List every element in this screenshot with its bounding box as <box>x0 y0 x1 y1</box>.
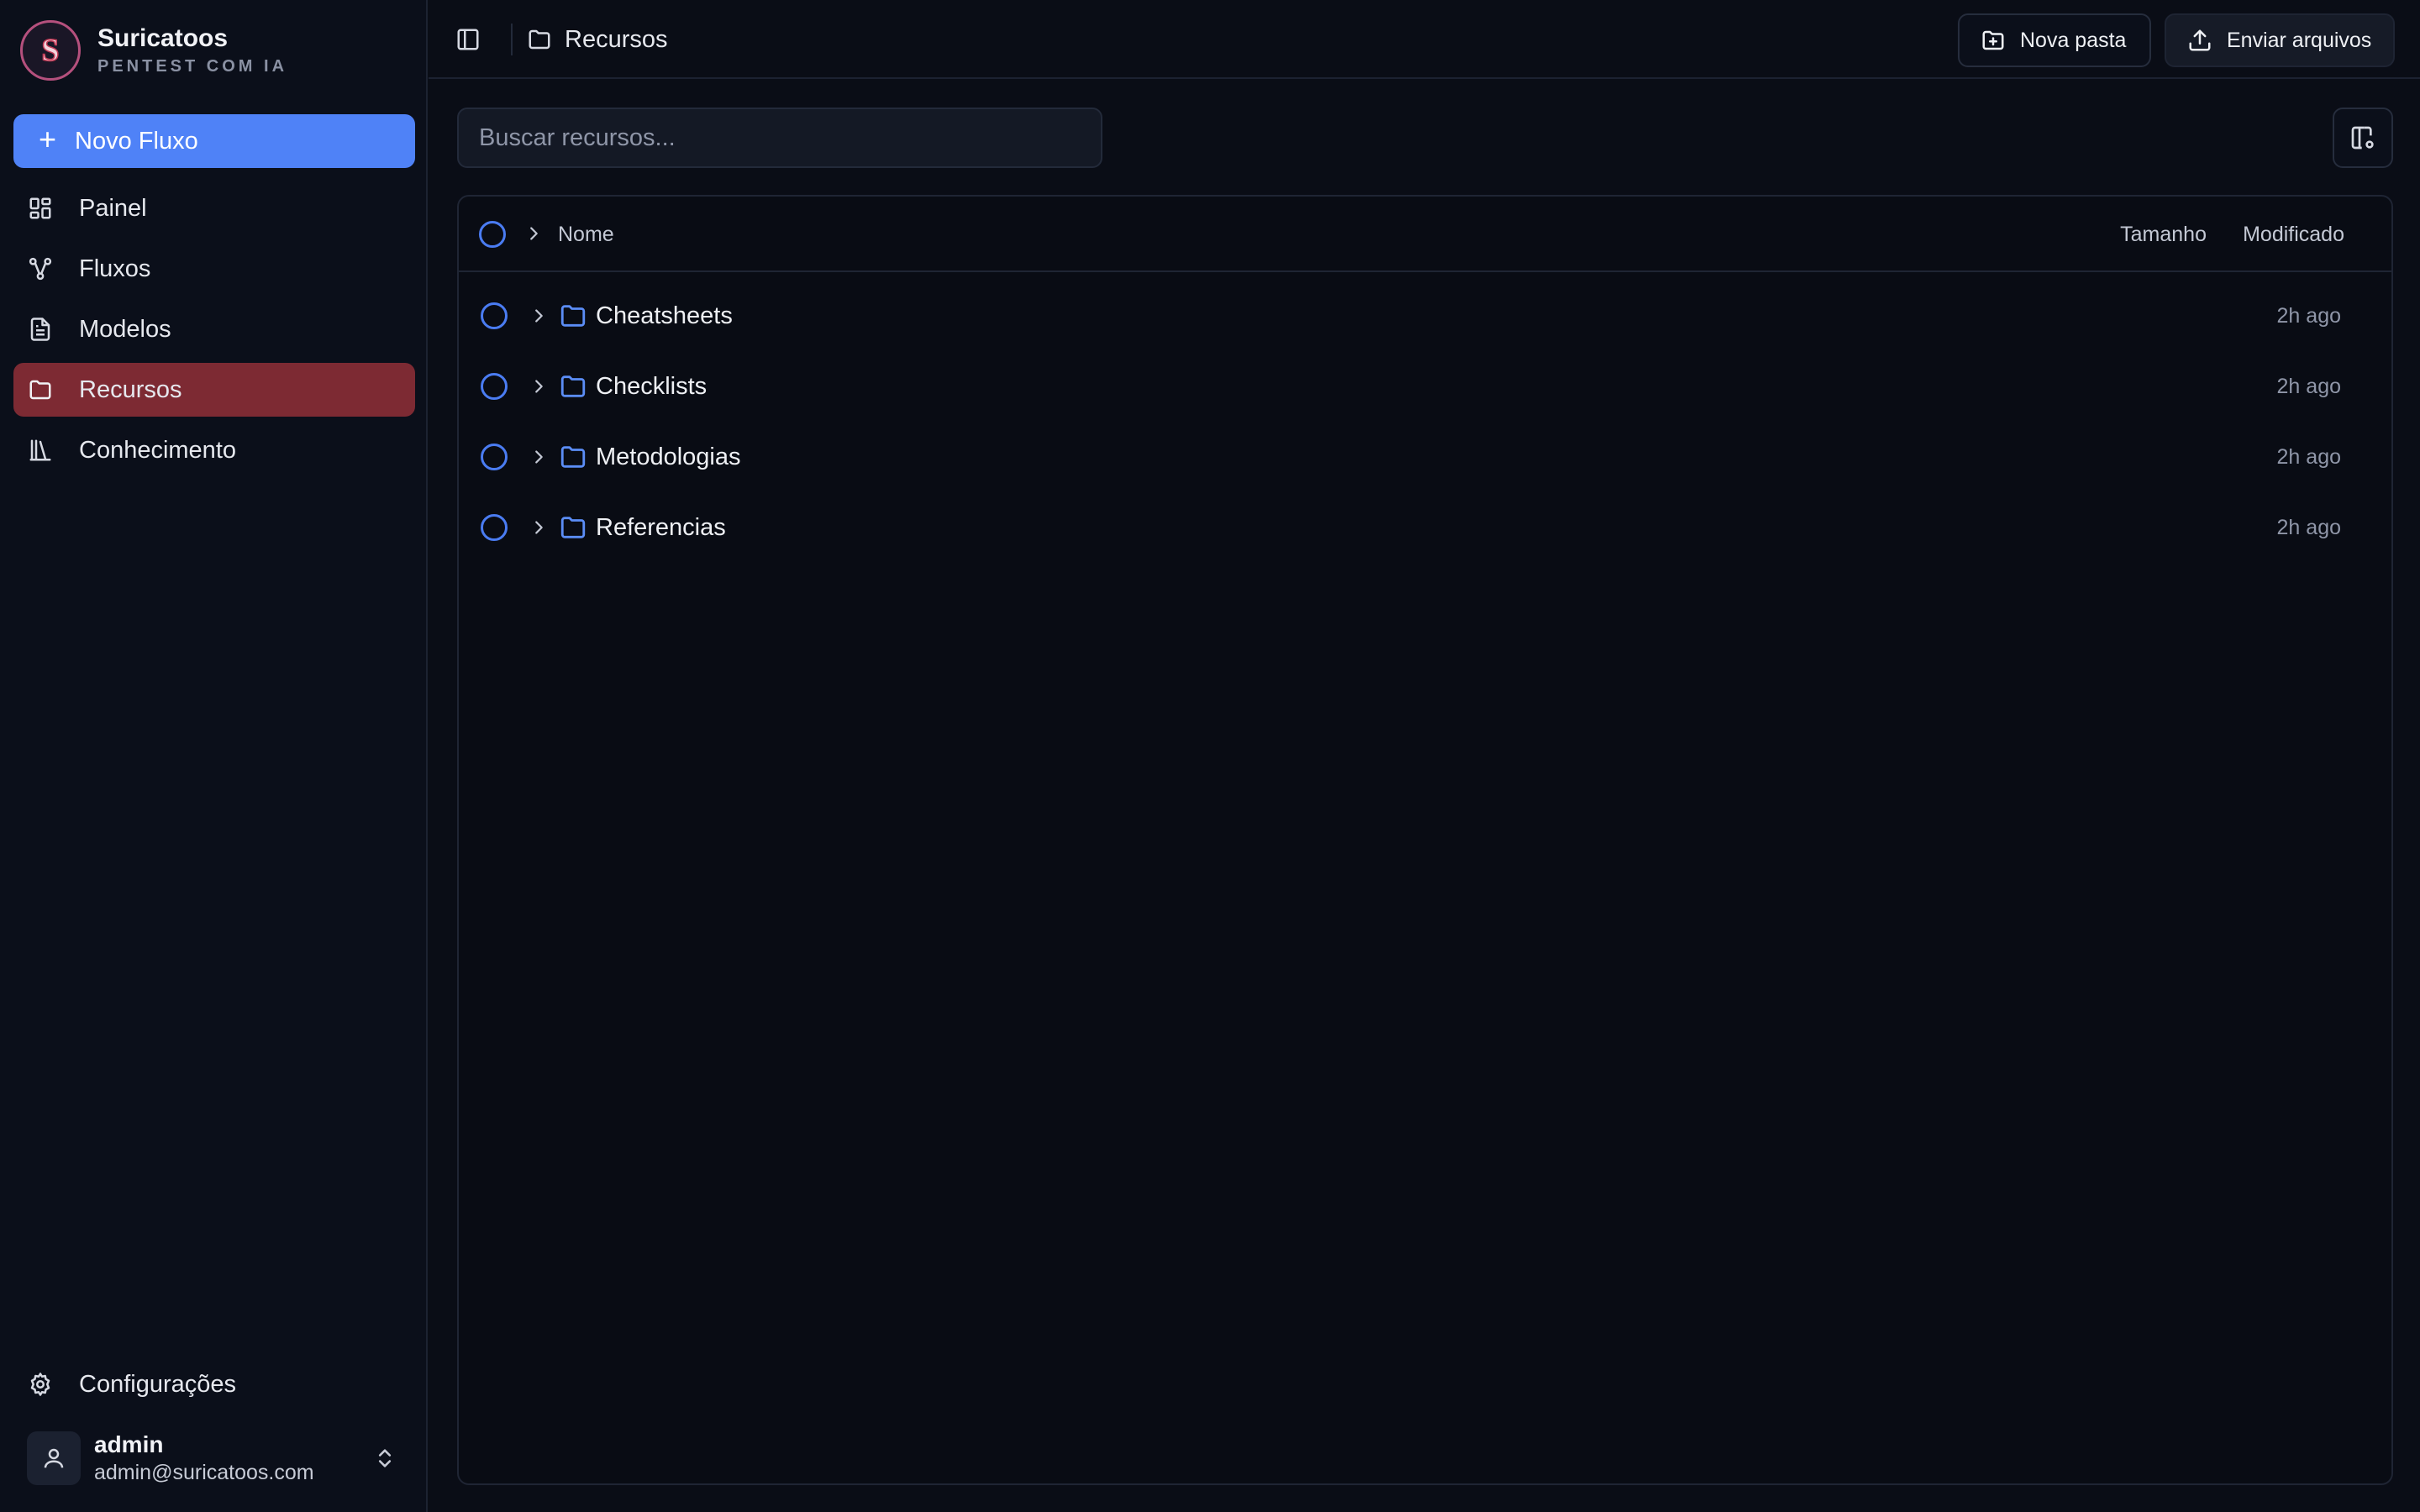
search-input[interactable] <box>457 108 1102 168</box>
sidebar-toggle-icon <box>457 29 479 50</box>
chevron-right-icon[interactable] <box>528 446 550 468</box>
columns-settings-icon <box>2351 126 2374 150</box>
sidebar-item-label: Conhecimento <box>79 436 236 464</box>
breadcrumb: Recursos <box>526 24 668 55</box>
chevron-right-icon[interactable] <box>528 517 550 538</box>
gear-icon <box>27 1371 54 1398</box>
sidebar-item-label: Fluxos <box>79 255 151 282</box>
user-name: admin <box>94 1431 164 1457</box>
table-row[interactable]: Cheatsheets 2h ago <box>459 281 2391 351</box>
row-select-radio[interactable] <box>481 373 508 400</box>
brand-name: Suricatoos <box>97 24 229 52</box>
select-all-radio[interactable] <box>479 221 506 248</box>
table-row[interactable]: Referencias 2h ago <box>459 492 2391 563</box>
column-header-size[interactable]: Tamanho <box>2089 220 2207 249</box>
table-row[interactable]: Metodologias 2h ago <box>459 422 2391 492</box>
new-flow-button[interactable]: + Novo Fluxo <box>13 114 415 168</box>
sidebar-item-modelos[interactable]: Modelos <box>13 302 415 356</box>
column-header-name[interactable]: Nome <box>558 220 614 249</box>
breadcrumb-current: Recursos <box>565 25 668 53</box>
row-modified: 2h ago <box>2276 516 2341 539</box>
brand-subtitle: PENTEST COM IA <box>97 57 288 76</box>
folder-icon <box>526 26 553 53</box>
chevron-up-down-icon <box>368 1441 402 1475</box>
resources-table: Nome Tamanho Modificado Cheatsheets 2h a… <box>457 195 2393 1485</box>
sidebar-item-painel[interactable]: Painel <box>13 181 415 235</box>
row-name: Checklists <box>596 373 708 400</box>
chevron-right-icon[interactable] <box>528 375 550 397</box>
row-name: Cheatsheets <box>596 302 733 329</box>
sidebar-item-label: Painel <box>79 194 147 222</box>
row-name: Referencias <box>596 514 726 541</box>
library-icon <box>27 437 54 464</box>
folder-icon <box>558 371 588 402</box>
sidebar-item-fluxos[interactable]: Fluxos <box>13 242 415 296</box>
folder-icon <box>558 512 588 543</box>
row-modified: 2h ago <box>2276 445 2341 469</box>
new-folder-label: Nova pasta <box>2020 28 2127 52</box>
workflow-icon <box>27 255 54 282</box>
row-modified: 2h ago <box>2276 304 2341 328</box>
brand-logo: S <box>20 20 81 81</box>
divider <box>511 24 513 55</box>
user-menu[interactable]: admin admin@suricatoos.com <box>13 1425 415 1492</box>
row-modified: 2h ago <box>2276 375 2341 398</box>
folder-icon <box>27 376 54 403</box>
settings-button[interactable]: Configurações <box>13 1357 415 1411</box>
new-folder-button[interactable]: Nova pasta <box>1958 13 2151 67</box>
top-bar: Recursos Nova pasta Enviar arquivos <box>429 0 2420 79</box>
upload-files-button[interactable]: Enviar arquivos <box>2165 13 2395 67</box>
folder-plus-icon <box>1980 27 2007 54</box>
row-select-radio[interactable] <box>481 302 508 329</box>
folder-icon <box>558 301 588 331</box>
svg-text:S: S <box>41 33 59 68</box>
toggle-sidebar-button[interactable] <box>454 25 482 54</box>
upload-icon <box>2186 27 2213 54</box>
table-row[interactable]: Checklists 2h ago <box>459 351 2391 422</box>
table-header: Nome Tamanho Modificado <box>459 197 2391 272</box>
sidebar-item-conhecimento[interactable]: Conhecimento <box>13 423 415 477</box>
folder-icon <box>558 442 588 472</box>
new-flow-label: Novo Fluxo <box>75 127 198 155</box>
plus-icon: + <box>39 122 57 156</box>
column-header-modified[interactable]: Modificado <box>2196 220 2344 249</box>
upload-files-label: Enviar arquivos <box>2227 28 2372 52</box>
avatar <box>27 1431 81 1485</box>
user-icon <box>44 1448 64 1468</box>
document-icon <box>27 316 54 343</box>
row-name: Metodologias <box>596 444 741 470</box>
sidebar-nav: Painel Fluxos Modelos Recursos Conhecime… <box>13 181 415 484</box>
row-select-radio[interactable] <box>481 444 508 470</box>
user-email: admin@suricatoos.com <box>94 1461 314 1484</box>
sidebar-item-label: Recursos <box>79 375 182 403</box>
expand-all-chevron-icon[interactable] <box>523 223 544 244</box>
brand[interactable]: S Suricatoos PENTEST COM IA <box>20 20 407 81</box>
settings-label: Configurações <box>79 1370 236 1398</box>
dashboard-icon <box>27 195 54 222</box>
chevron-right-icon[interactable] <box>528 305 550 327</box>
meerkat-logo-icon: S <box>41 32 60 69</box>
sidebar: S Suricatoos PENTEST COM IA + Novo Fluxo <box>0 0 428 1512</box>
column-settings-button[interactable] <box>2333 108 2393 168</box>
sidebar-item-label: Modelos <box>79 315 171 343</box>
sidebar-item-recursos[interactable]: Recursos <box>13 363 415 417</box>
row-select-radio[interactable] <box>481 514 508 541</box>
